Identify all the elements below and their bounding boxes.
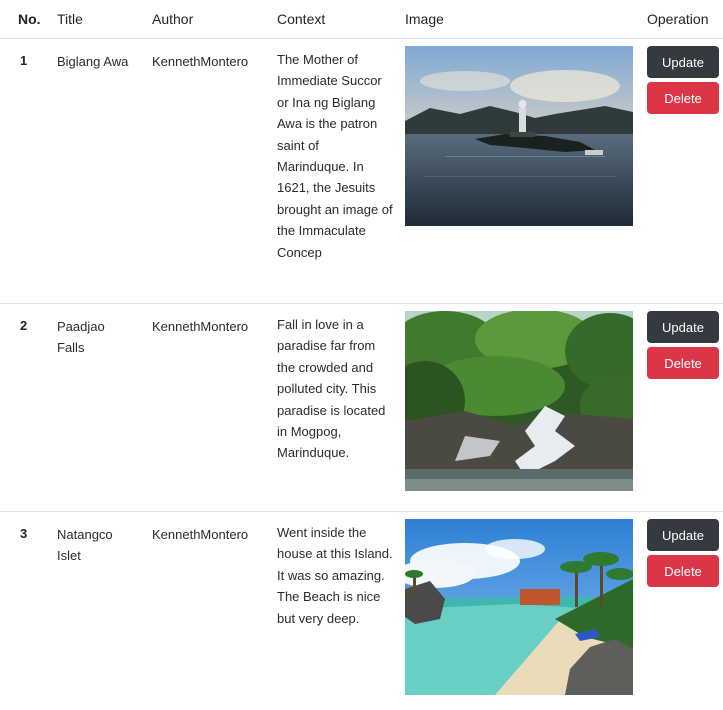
update-button[interactable]: Update <box>647 46 719 78</box>
row-number: 1 <box>0 39 57 304</box>
row-context-text: The Mother of Immediate Succor or Ina ng… <box>277 49 393 263</box>
waterfall-forest-photo <box>405 311 633 491</box>
delete-button[interactable]: Delete <box>647 82 719 114</box>
header-image: Image <box>405 0 647 39</box>
row-context: Fall in love in a paradise far from the … <box>277 304 405 512</box>
row-number: 2 <box>0 304 57 512</box>
row-context-text: Went inside the house at this Island. It… <box>277 522 393 629</box>
row-title-text: Paadjao Falls <box>57 316 127 358</box>
header-author: Author <box>152 0 277 39</box>
places-table: No. Title Author Context Image Operation… <box>0 0 723 710</box>
row-context-text: Fall in love in a paradise far from the … <box>277 314 393 464</box>
row-context: The Mother of Immediate Succor or Ina ng… <box>277 39 405 304</box>
lake-with-statue-photo <box>405 46 633 226</box>
header-operation: Operation <box>647 0 723 39</box>
row-author: KennethMontero <box>152 304 277 512</box>
delete-button[interactable]: Delete <box>647 347 719 379</box>
row-author: KennethMontero <box>152 512 277 710</box>
update-button[interactable]: Update <box>647 519 719 551</box>
row-context: Went inside the house at this Island. It… <box>277 512 405 710</box>
table-header-row: No. Title Author Context Image Operation <box>0 0 723 39</box>
header-title: Title <box>57 0 152 39</box>
table-row: 1 Biglang Awa KennethMontero The Mother … <box>0 39 723 304</box>
table-row: 3 Natangco Islet KennethMontero Went ins… <box>0 512 723 710</box>
update-button[interactable]: Update <box>647 311 719 343</box>
row-author: KennethMontero <box>152 39 277 304</box>
row-number: 3 <box>0 512 57 710</box>
header-no: No. <box>0 0 57 39</box>
header-context: Context <box>277 0 405 39</box>
row-title-text: Natangco Islet <box>57 524 127 566</box>
table-row: 2 Paadjao Falls KennethMontero Fall in l… <box>0 304 723 512</box>
row-title: Paadjao Falls <box>57 304 152 512</box>
row-title: Natangco Islet <box>57 512 152 710</box>
delete-button[interactable]: Delete <box>647 555 719 587</box>
row-title: Biglang Awa <box>57 39 152 304</box>
beach-islet-photo <box>405 519 633 695</box>
